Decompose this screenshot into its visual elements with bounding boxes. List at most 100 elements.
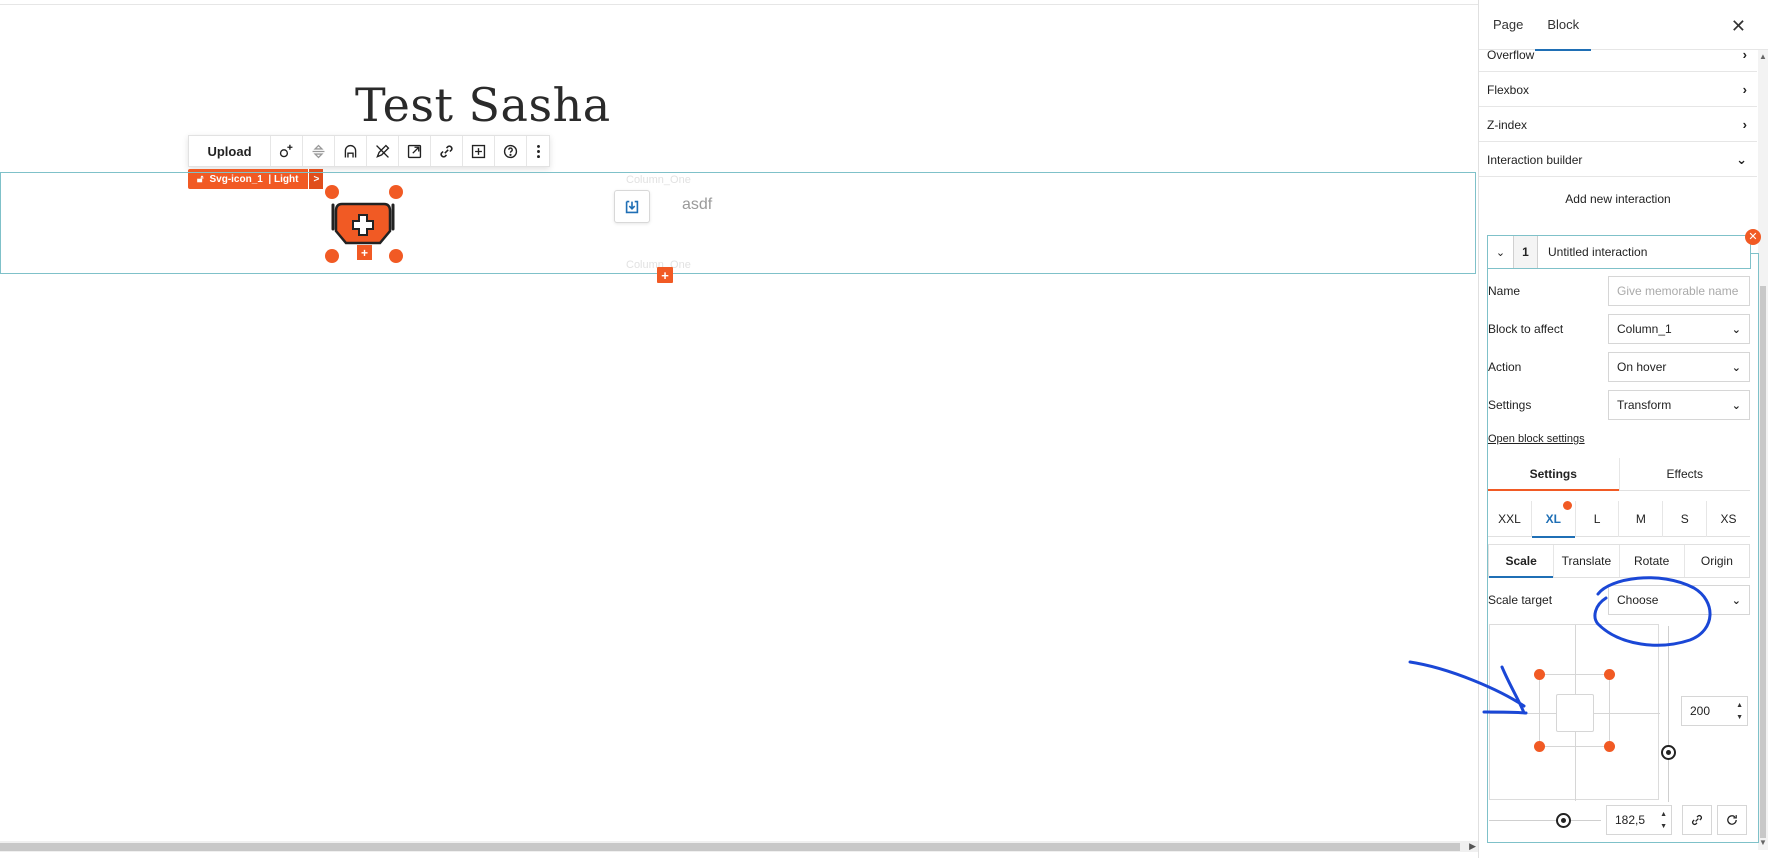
- section-interaction-builder[interactable]: Interaction builder ⌄: [1479, 143, 1757, 177]
- column-ghost-label-top: Column_One: [626, 174, 691, 186]
- tab-origin[interactable]: Origin: [1685, 545, 1749, 577]
- scroll-down-arrow-icon[interactable]: ▼: [1759, 838, 1767, 847]
- settings-select[interactable]: Transform ⌄: [1608, 390, 1750, 420]
- scale-x-input[interactable]: 182,5 ▲ ▼: [1606, 805, 1672, 835]
- breakpoint-modified-dot: [1563, 501, 1572, 510]
- more-options-button[interactable]: [527, 136, 549, 166]
- collapse-chevron-icon[interactable]: ⌄: [1488, 236, 1514, 268]
- column-text[interactable]: asdf: [682, 196, 712, 214]
- section-flexbox[interactable]: Flexbox ›: [1479, 73, 1757, 107]
- scroll-up-arrow-icon[interactable]: ▲: [1759, 52, 1767, 61]
- breakpoint-xxl[interactable]: XXL: [1488, 501, 1532, 537]
- open-link-button[interactable]: [399, 136, 431, 166]
- download-box-icon: [625, 200, 639, 213]
- add-row-button[interactable]: +: [657, 267, 673, 283]
- add-block-button[interactable]: [463, 136, 495, 166]
- settings-row: Settings Transform ⌄: [1488, 389, 1758, 421]
- chevron-down-icon: ⌄: [1731, 399, 1741, 412]
- magic-swap-icon: [279, 144, 293, 157]
- reset-scale-button[interactable]: [1717, 805, 1747, 835]
- interaction-number: 1: [1514, 236, 1538, 268]
- scale-preview-pad[interactable]: [1489, 624, 1660, 801]
- selected-row[interactable]: [0, 172, 1476, 274]
- block-toolbar: Upload: [188, 135, 550, 167]
- scale-point-bottom-right[interactable]: [1604, 741, 1615, 752]
- top-divider: [0, 4, 1478, 5]
- scale-x-slider-knob[interactable]: [1556, 813, 1571, 828]
- scale-point-top-right[interactable]: [1604, 669, 1615, 680]
- section-z-index[interactable]: Z-index ›: [1479, 108, 1757, 142]
- breakpoint-xs[interactable]: XS: [1707, 501, 1750, 537]
- resize-handle-top-left[interactable]: [325, 185, 339, 199]
- breakpoint-tabs: XXL XL L M S XS: [1488, 501, 1750, 538]
- scale-target-label: Scale target: [1488, 593, 1553, 607]
- link-icon: [1691, 814, 1703, 826]
- panel-scrollbar-thumb[interactable]: [1760, 286, 1766, 838]
- resize-handle-top-right[interactable]: [389, 185, 403, 199]
- editor-canvas[interactable]: Test Sasha Upload 🔓︎ Svg-icon_1 | Light …: [0, 0, 1478, 858]
- add-after-icon-button[interactable]: +: [357, 245, 372, 260]
- scale-target-select[interactable]: Choose ⌄: [1608, 585, 1750, 615]
- scale-y-slider-track[interactable]: [1668, 626, 1669, 802]
- stepper-arrows-icon[interactable]: ▲ ▼: [1736, 700, 1743, 724]
- action-select[interactable]: On hover ⌄: [1608, 352, 1750, 382]
- scale-point-bottom-left[interactable]: [1534, 741, 1545, 752]
- resize-handle-bottom-left[interactable]: [325, 249, 339, 263]
- interaction-header[interactable]: ⌄ 1 Untitled interaction: [1487, 235, 1751, 269]
- external-link-icon: [407, 144, 422, 158]
- link-button[interactable]: [431, 136, 463, 166]
- breakpoint-l[interactable]: L: [1576, 501, 1620, 537]
- replace-icon-button[interactable]: [271, 136, 303, 166]
- help-button[interactable]: [495, 136, 527, 166]
- scale-y-slider-knob[interactable]: [1661, 745, 1676, 760]
- chevron-down-icon: ⌄: [1736, 151, 1747, 167]
- name-input[interactable]: Give memorable name: [1608, 276, 1750, 306]
- column-content-icon-button[interactable]: [614, 190, 650, 223]
- section-overflow[interactable]: Overflow ›: [1479, 38, 1757, 72]
- name-label: Name: [1488, 284, 1521, 298]
- close-icon[interactable]: ✕: [1731, 16, 1746, 37]
- accessibility-button[interactable]: [335, 136, 367, 166]
- chevron-down-icon: ⌄: [1731, 361, 1741, 374]
- tab-settings[interactable]: Settings: [1488, 458, 1620, 491]
- resize-handle-bottom-right[interactable]: [389, 249, 403, 263]
- action-row: Action On hover ⌄: [1488, 351, 1758, 383]
- help-icon: [503, 144, 518, 158]
- pen-slash-icon: [376, 144, 390, 158]
- breakpoint-m[interactable]: M: [1619, 501, 1664, 537]
- tab-effects[interactable]: Effects: [1620, 458, 1751, 490]
- link-icon: [440, 144, 453, 158]
- transform-tabs: Scale Translate Rotate Origin: [1488, 544, 1750, 578]
- chevron-down-icon: ⌄: [1731, 323, 1741, 336]
- scroll-right-arrow-icon[interactable]: ▶: [1469, 841, 1476, 852]
- tab-rotate[interactable]: Rotate: [1620, 545, 1685, 577]
- add-square-icon: [471, 144, 486, 158]
- horizontal-scrollbar-thumb[interactable]: [0, 843, 1460, 851]
- tab-scale[interactable]: Scale: [1489, 545, 1555, 578]
- link-proportions-button[interactable]: [1682, 805, 1712, 835]
- tab-translate[interactable]: Translate: [1554, 545, 1620, 577]
- chevron-right-icon: ›: [1742, 117, 1747, 132]
- breakpoint-s[interactable]: S: [1663, 501, 1708, 537]
- remove-interaction-icon[interactable]: ✕: [1745, 229, 1761, 245]
- scale-x-slider-track[interactable]: [1489, 820, 1601, 821]
- stepper-arrows-icon[interactable]: ▲ ▼: [1660, 809, 1667, 833]
- chevron-right-icon: ›: [1742, 82, 1747, 97]
- scale-point-top-left[interactable]: [1534, 669, 1545, 680]
- open-block-settings-link[interactable]: Open block settings: [1488, 433, 1585, 445]
- name-row: Name Give memorable name: [1488, 275, 1758, 307]
- panel-vertical-scrollbar[interactable]: ▲ ▼: [1758, 50, 1768, 850]
- add-new-interaction-button[interactable]: Add new interaction: [1479, 192, 1757, 206]
- page-title[interactable]: Test Sasha: [355, 78, 611, 132]
- horizontal-scrollbar[interactable]: ▶: [0, 841, 1478, 852]
- settings-label: Settings: [1488, 398, 1532, 412]
- align-icon: [312, 144, 325, 158]
- block-to-affect-select[interactable]: Column_1 ⌄: [1608, 314, 1750, 344]
- align-button[interactable]: [303, 136, 335, 166]
- original-frame: [1556, 694, 1594, 732]
- interaction-title[interactable]: Untitled interaction: [1538, 245, 1647, 259]
- upload-button[interactable]: Upload: [189, 136, 271, 166]
- edit-style-button[interactable]: [367, 136, 399, 166]
- accessibility-icon: [344, 144, 357, 157]
- scale-y-input[interactable]: 200 ▲ ▼: [1681, 696, 1748, 726]
